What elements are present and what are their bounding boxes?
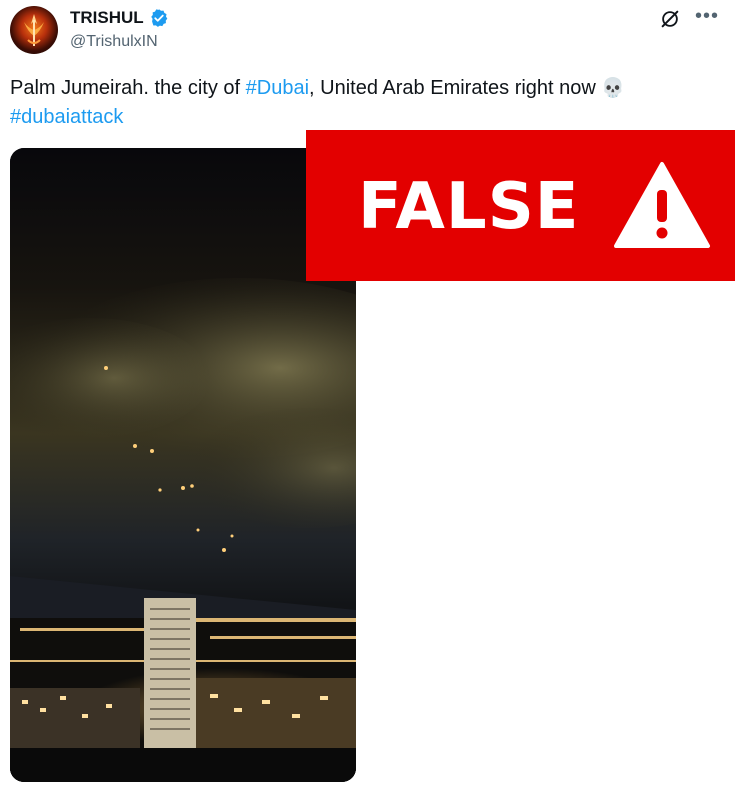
more-icon[interactable]: ••• <box>695 6 719 26</box>
warning-icon <box>613 160 711 250</box>
tweet-text-part: Palm Jumeirah. the city of <box>10 77 246 99</box>
skull-emoji: 💀 <box>601 78 626 99</box>
false-label-banner: FALSE <box>306 130 735 281</box>
video-thumbnail[interactable] <box>10 148 356 782</box>
hashtag-link[interactable]: #dubaiattack <box>10 106 123 128</box>
hashtag-link[interactable]: #Dubai <box>246 77 309 99</box>
author-display-name[interactable]: TRISHUL <box>70 8 144 28</box>
tweet-text-part: , United Arab Emirates right now <box>309 77 602 99</box>
author-name-row: TRISHUL <box>70 8 169 28</box>
verified-badge-icon <box>149 8 169 28</box>
tweet-text: Palm Jumeirah. the city of #Dubai, Unite… <box>10 74 710 132</box>
grok-icon[interactable] <box>659 8 681 30</box>
avatar[interactable] <box>10 6 58 54</box>
false-label: FALSE <box>358 170 580 244</box>
author-handle[interactable]: @TrishulxIN <box>70 33 158 51</box>
